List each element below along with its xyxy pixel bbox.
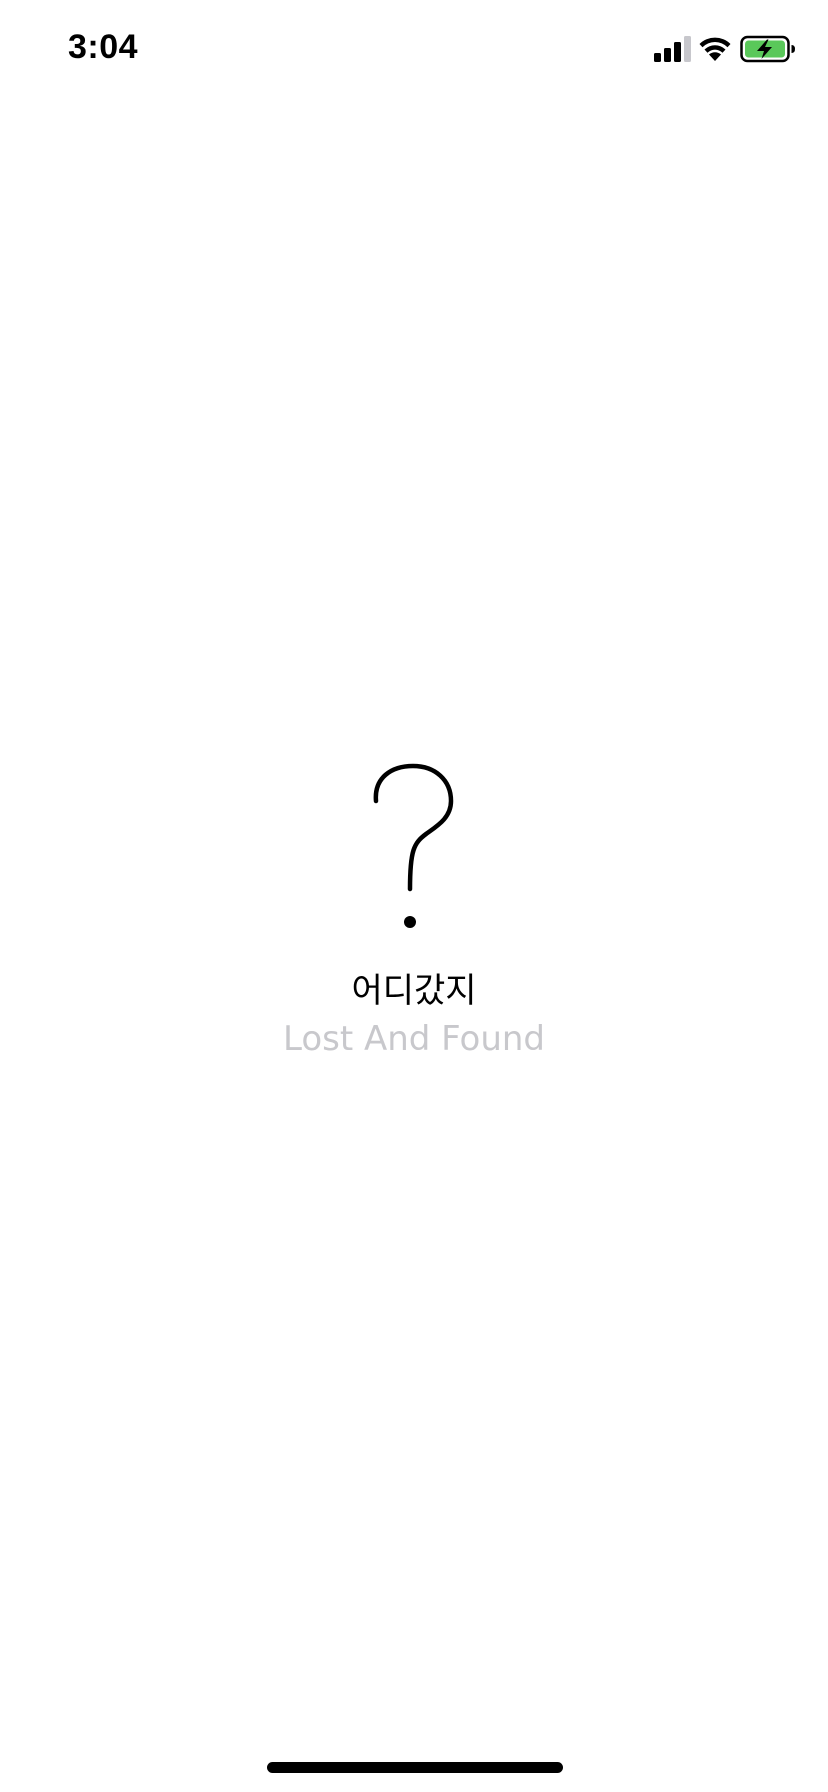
question-mark-icon xyxy=(373,763,454,928)
app-title-english: Lost And Found xyxy=(282,1019,546,1059)
battery-charging-icon xyxy=(740,35,795,63)
app-title-korean: 어디갔지 xyxy=(351,971,477,1011)
status-bar: 3:04 xyxy=(0,0,828,100)
wifi-icon xyxy=(699,37,731,61)
home-indicator[interactable] xyxy=(267,1762,563,1773)
status-time: 3:04 xyxy=(68,28,139,66)
splash-content: 어디갔지 Lost And Found xyxy=(0,760,828,1060)
cellular-signal-icon xyxy=(654,36,691,62)
